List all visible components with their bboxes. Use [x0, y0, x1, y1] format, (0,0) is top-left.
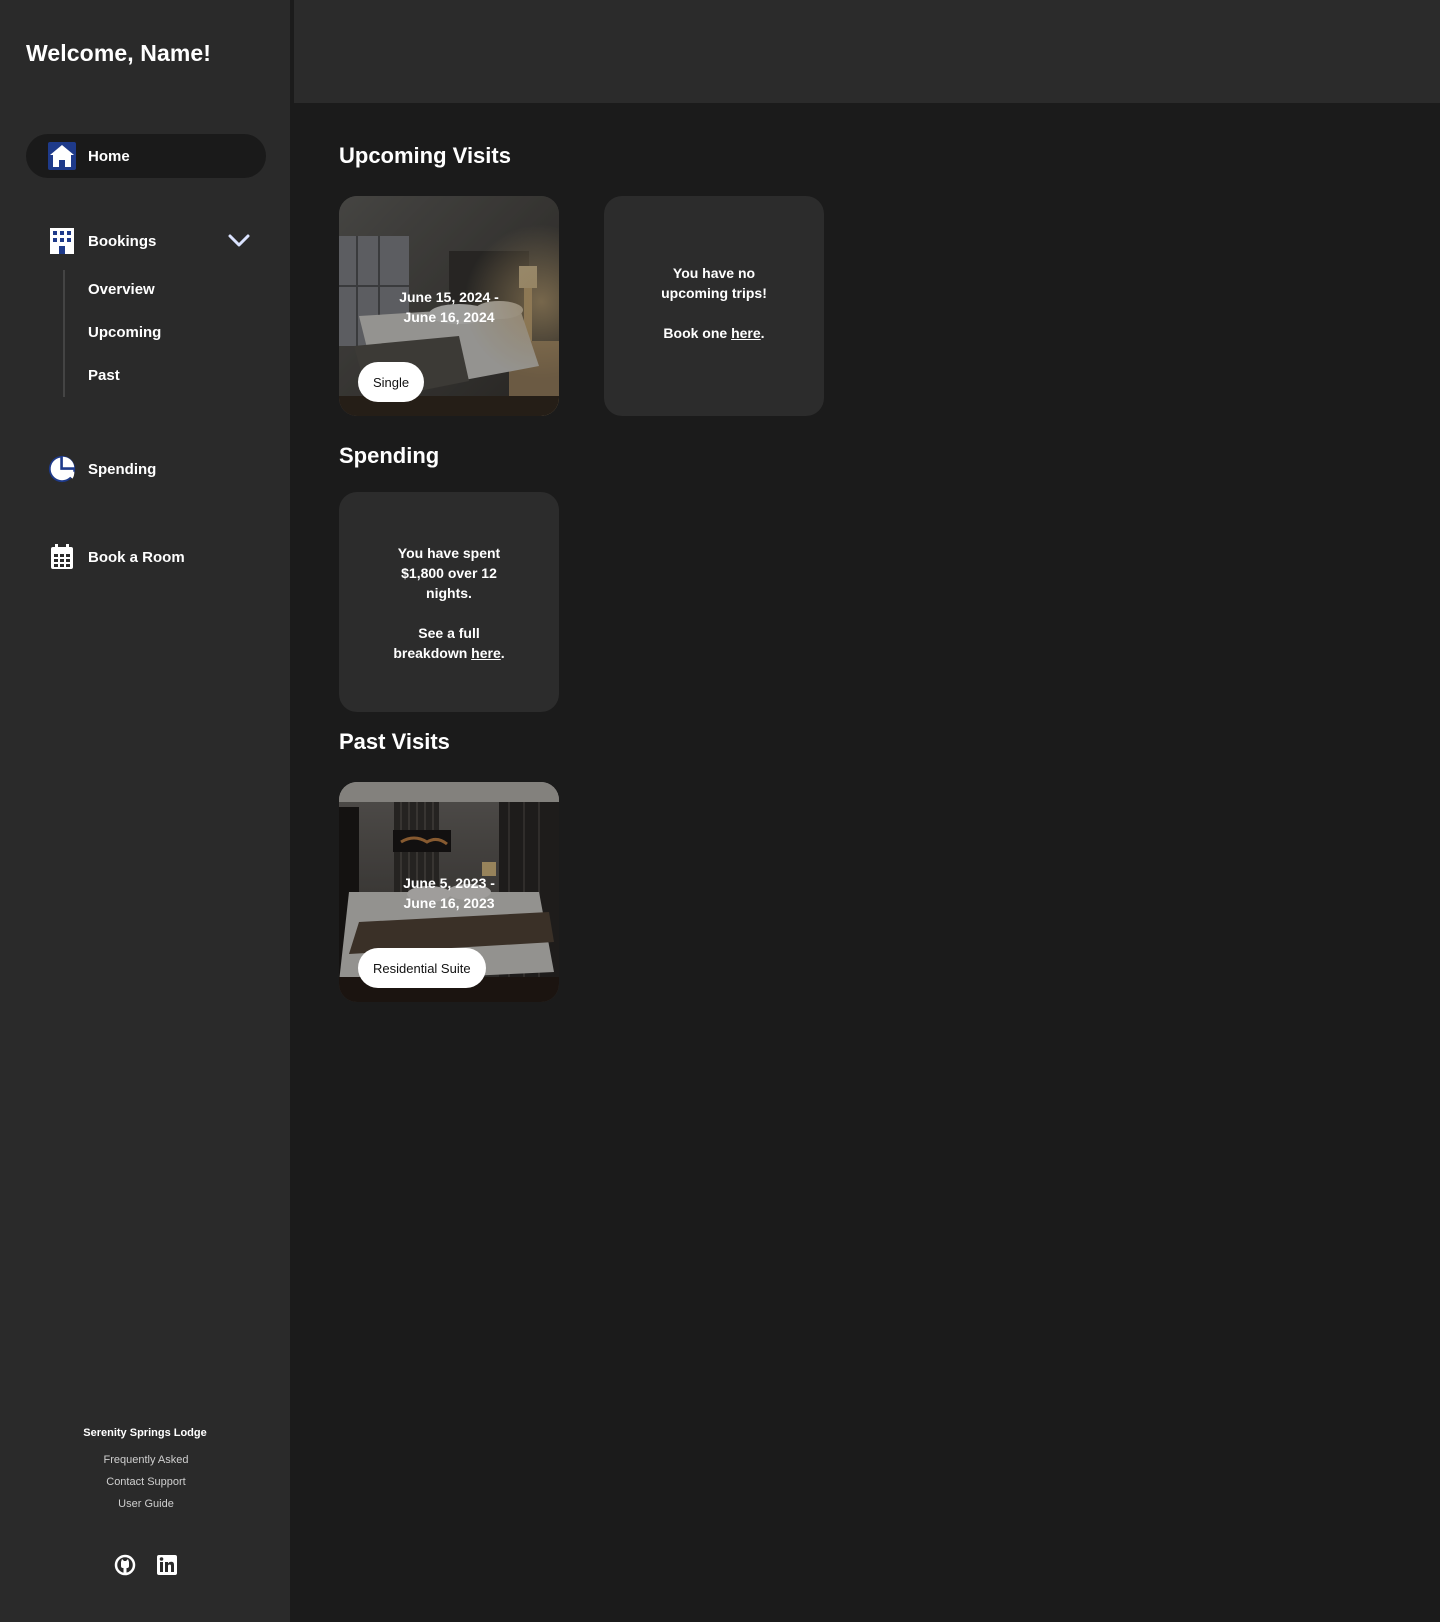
visit-start-date: June 5, 2023 - [403, 875, 495, 891]
hotel-icon [48, 227, 76, 255]
nav-home[interactable]: Home [26, 134, 266, 178]
nav-spending[interactable]: Spending [26, 447, 266, 491]
breakdown-text: breakdown [393, 645, 472, 661]
spending-line3: nights. [426, 585, 472, 601]
spending-line1: You have spent [397, 545, 501, 561]
spending-line2: $1,800 over 12 [401, 565, 497, 581]
home-icon [48, 142, 76, 170]
book-one-period: . [760, 325, 765, 341]
nav-bookings[interactable]: Bookings [26, 219, 266, 263]
nav-bookings-label: Bookings [88, 232, 157, 250]
book-one-text: Book one [663, 325, 732, 341]
sidebar-divider [290, 0, 293, 1622]
no-upcoming-message: You have no upcoming trips! Book one her… [604, 263, 824, 343]
upcoming-visit-card[interactable]: June 15, 2024 - June 16, 2024 Single [339, 196, 559, 416]
nav-spending-label: Spending [88, 460, 157, 478]
upcoming-visits-heading: Upcoming Visits [339, 143, 511, 168]
sidebar-item-overview[interactable]: Overview [88, 281, 155, 298]
sidebar-item-past[interactable]: Past [88, 367, 120, 384]
footer-link-guide[interactable]: User Guide [0, 1498, 292, 1510]
book-one-line: Book one here. [604, 323, 824, 343]
book-here-link[interactable]: here [731, 325, 761, 341]
visit-start-date: June 15, 2024 - [399, 289, 499, 305]
spending-card: You have spent $1,800 over 12 nights. Se… [339, 492, 559, 712]
no-upcoming-line2: upcoming trips! [661, 285, 767, 301]
chevron-down-icon[interactable] [228, 231, 250, 251]
past-visits-heading: Past Visits [339, 729, 450, 754]
footer-link-faq[interactable]: Frequently Asked [0, 1454, 292, 1466]
footer-link-support[interactable]: Contact Support [0, 1476, 292, 1488]
nav-book-room[interactable]: Book a Room [26, 535, 266, 579]
sidebar-item-upcoming[interactable]: Upcoming [88, 324, 161, 341]
linkedin-icon[interactable] [155, 1553, 179, 1577]
nav-home-label: Home [88, 147, 130, 165]
spending-heading: Spending [339, 443, 440, 468]
no-upcoming-line1: You have no [672, 265, 756, 281]
spending-line4: See a full [418, 625, 480, 641]
breakdown-period: . [500, 645, 505, 661]
past-visit-card[interactable]: June 5, 2023 - June 16, 2023 Residential… [339, 782, 559, 1002]
visit-dates: June 15, 2024 - June 16, 2024 [339, 287, 559, 327]
room-type-badge[interactable]: Residential Suite [358, 948, 486, 988]
pie-chart-icon [48, 455, 76, 483]
spending-message: You have spent $1,800 over 12 nights. Se… [339, 543, 559, 663]
sidebar: Welcome, Name! Home Bookings Overview Up… [0, 0, 292, 1622]
nav-book-room-label: Book a Room [88, 548, 185, 566]
no-upcoming-card: You have no upcoming trips! Book one her… [604, 196, 824, 416]
breakdown-line: breakdown here. [339, 643, 559, 663]
breakdown-here-link[interactable]: here [471, 645, 501, 661]
welcome-heading: Welcome, Name! [26, 40, 212, 66]
room-type-badge[interactable]: Single [358, 362, 425, 402]
top-bar [294, 0, 1440, 103]
visit-end-date: June 16, 2023 [403, 895, 495, 911]
footer-brand: Serenity Springs Lodge [83, 1427, 207, 1439]
visit-dates: June 5, 2023 - June 16, 2023 [339, 873, 559, 913]
subnav-divider [63, 270, 65, 397]
calendar-icon [48, 543, 76, 571]
github-icon[interactable] [113, 1553, 137, 1577]
visit-end-date: June 16, 2024 [403, 309, 495, 325]
